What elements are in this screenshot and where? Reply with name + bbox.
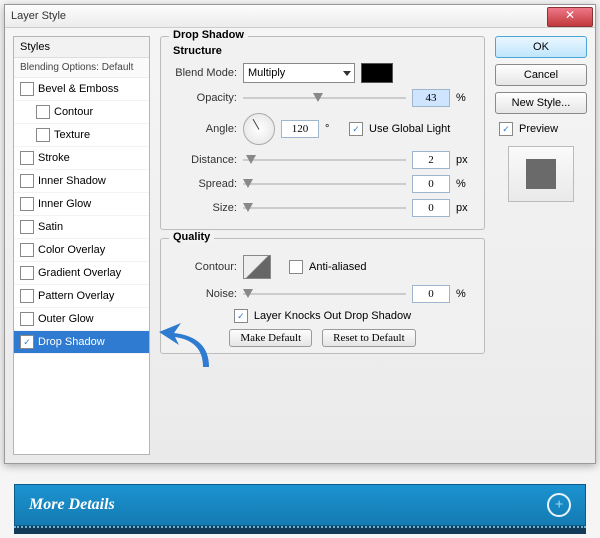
anti-aliased-label: Anti-aliased <box>309 261 366 273</box>
style-item-outer-glow[interactable]: Outer Glow <box>14 308 149 331</box>
close-button[interactable]: ✕ <box>547 7 593 27</box>
cancel-button[interactable]: Cancel <box>495 64 587 86</box>
opacity-field[interactable]: 43 <box>412 89 450 107</box>
style-checkbox[interactable] <box>20 289 34 303</box>
noise-label: Noise: <box>171 288 237 300</box>
more-details-banner[interactable]: More Details + <box>14 484 586 526</box>
angle-field[interactable]: 120 <box>281 120 319 138</box>
plus-icon: + <box>547 493 571 517</box>
preview-checkbox[interactable] <box>499 122 513 136</box>
contour-picker[interactable] <box>243 255 271 279</box>
style-item-texture[interactable]: Texture <box>14 124 149 147</box>
banner-text: More Details <box>29 496 115 514</box>
anti-aliased-checkbox[interactable] <box>289 260 303 274</box>
reset-default-button[interactable]: Reset to Default <box>322 329 415 347</box>
style-label: Inner Shadow <box>38 175 106 187</box>
style-item-inner-glow[interactable]: Inner Glow <box>14 193 149 216</box>
opacity-label: Opacity: <box>171 92 237 104</box>
style-checkbox[interactable] <box>36 128 50 142</box>
distance-slider[interactable] <box>243 153 406 167</box>
style-checkbox[interactable] <box>20 266 34 280</box>
style-item-bevel-emboss[interactable]: Bevel & Emboss <box>14 78 149 101</box>
style-item-stroke[interactable]: Stroke <box>14 147 149 170</box>
shadow-color-swatch[interactable] <box>361 63 393 83</box>
style-checkbox[interactable] <box>20 243 34 257</box>
size-slider[interactable] <box>243 201 406 215</box>
blend-mode-label: Blend Mode: <box>171 67 237 79</box>
style-item-contour[interactable]: Contour <box>14 101 149 124</box>
style-label: Contour <box>54 106 93 118</box>
style-checkbox[interactable] <box>20 82 34 96</box>
knockout-label: Layer Knocks Out Drop Shadow <box>254 310 411 322</box>
group-title: Drop Shadow <box>169 29 248 41</box>
angle-dial[interactable] <box>243 113 275 145</box>
style-label: Texture <box>54 129 90 141</box>
style-label: Stroke <box>38 152 70 164</box>
distance-label: Distance: <box>171 154 237 166</box>
style-item-gradient-overlay[interactable]: Gradient Overlay <box>14 262 149 285</box>
styles-header: Styles <box>14 37 149 58</box>
noise-slider[interactable] <box>243 287 406 301</box>
style-item-satin[interactable]: Satin <box>14 216 149 239</box>
style-item-pattern-overlay[interactable]: Pattern Overlay <box>14 285 149 308</box>
style-checkbox[interactable] <box>20 335 34 349</box>
style-label: Satin <box>38 221 63 233</box>
make-default-button[interactable]: Make Default <box>229 329 312 347</box>
style-checkbox[interactable] <box>20 220 34 234</box>
style-label: Inner Glow <box>38 198 91 210</box>
style-label: Gradient Overlay <box>38 267 121 279</box>
style-item-color-overlay[interactable]: Color Overlay <box>14 239 149 262</box>
distance-field[interactable]: 2 <box>412 151 450 169</box>
style-item-drop-shadow[interactable]: Drop Shadow <box>14 331 149 354</box>
new-style-button[interactable]: New Style... <box>495 92 587 114</box>
style-label: Drop Shadow <box>38 336 105 348</box>
spread-slider[interactable] <box>243 177 406 191</box>
styles-panel: Styles Blending Options: Default Bevel &… <box>13 36 150 455</box>
style-label: Bevel & Emboss <box>38 83 119 95</box>
style-label: Color Overlay <box>38 244 105 256</box>
style-item-inner-shadow[interactable]: Inner Shadow <box>14 170 149 193</box>
preview-box <box>508 146 574 202</box>
preview-label: Preview <box>519 123 558 135</box>
style-checkbox[interactable] <box>36 105 50 119</box>
style-checkbox[interactable] <box>20 197 34 211</box>
noise-field[interactable]: 0 <box>412 285 450 303</box>
style-checkbox[interactable] <box>20 174 34 188</box>
size-label: Size: <box>171 202 237 214</box>
blend-mode-select[interactable]: Multiply <box>243 63 355 83</box>
global-light-label: Use Global Light <box>369 123 450 135</box>
spread-field[interactable]: 0 <box>412 175 450 193</box>
knockout-checkbox[interactable] <box>234 309 248 323</box>
style-checkbox[interactable] <box>20 312 34 326</box>
drop-shadow-group: Drop Shadow Structure Blend Mode: Multip… <box>160 36 485 230</box>
style-checkbox[interactable] <box>20 151 34 165</box>
quality-group: Quality Contour: Anti-aliased Noise: 0 % <box>160 238 485 354</box>
size-field[interactable]: 0 <box>412 199 450 217</box>
blending-options-row[interactable]: Blending Options: Default <box>14 58 149 78</box>
style-label: Pattern Overlay <box>38 290 114 302</box>
spread-label: Spread: <box>171 178 237 190</box>
contour-label: Contour: <box>171 261 237 273</box>
angle-label: Angle: <box>171 123 237 135</box>
ok-button[interactable]: OK <box>495 36 587 58</box>
window-title: Layer Style <box>5 10 66 22</box>
global-light-checkbox[interactable] <box>349 122 363 136</box>
opacity-slider[interactable] <box>243 91 406 105</box>
style-label: Outer Glow <box>38 313 94 325</box>
quality-title: Quality <box>169 231 214 243</box>
structure-label: Structure <box>173 45 474 57</box>
